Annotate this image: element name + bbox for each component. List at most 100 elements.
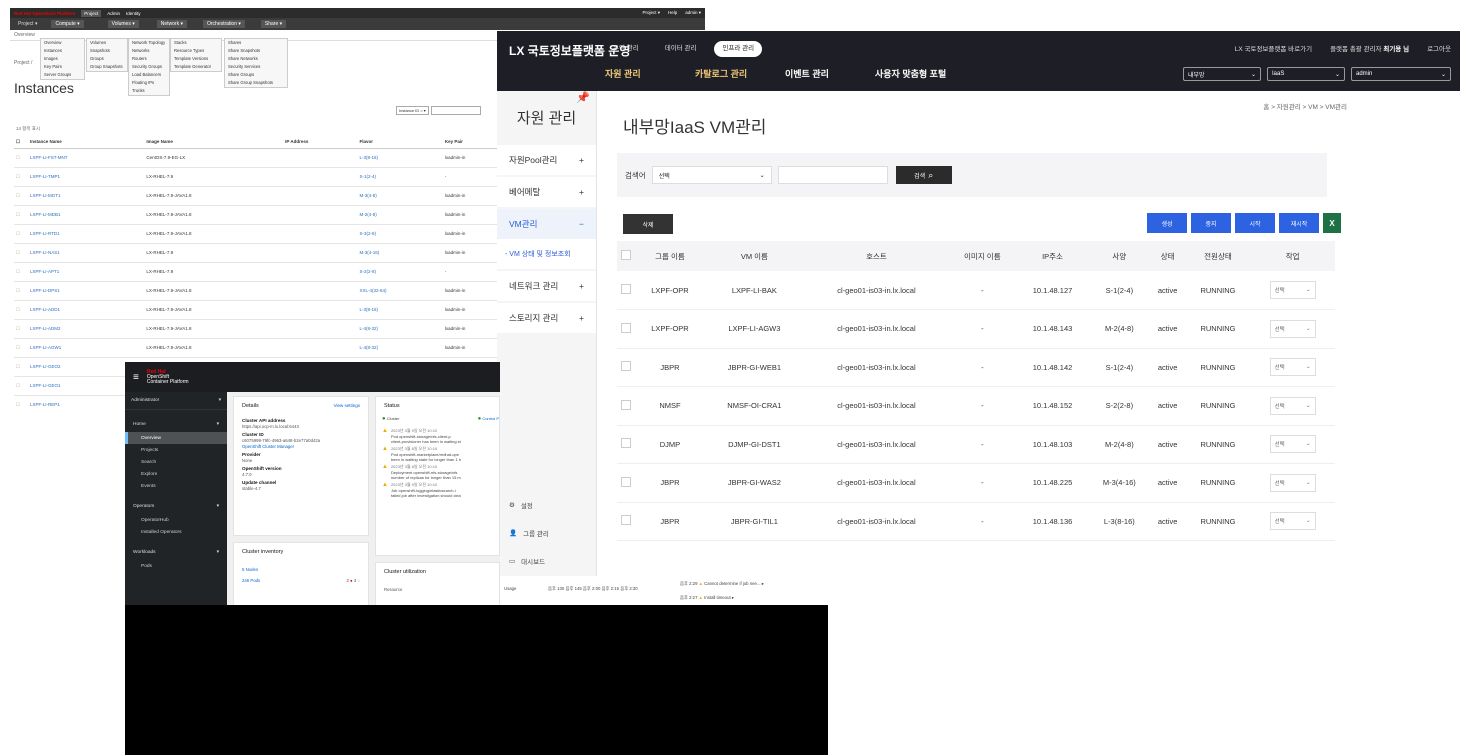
search-type-select[interactable]: 선택 ⌄ (651, 166, 772, 184)
row-checkbox[interactable]: ☐ (14, 300, 28, 320)
alert-item[interactable]: ▲ 2023년 3월 9일 오전 10:10 Pod openshift-stora… (376, 427, 499, 445)
nav-item-projects[interactable]: Projects (125, 444, 227, 456)
delete-button[interactable]: 삭제 (623, 214, 673, 234)
stop-button[interactable]: 중지 (1191, 213, 1231, 233)
instance-link[interactable]: LXPF-LI-ADM2 (28, 319, 145, 339)
filter-input[interactable] (430, 106, 481, 115)
table-cell[interactable]: XXL-4(32-64) (357, 281, 443, 301)
alert-item[interactable]: ▲ 2023년 3월 8일 오전 10:10 Pod openshift-marke… (376, 445, 499, 463)
nav-item-installed-operators[interactable]: Installed Operators (125, 526, 227, 538)
pods-link[interactable]: 246 Pods (242, 578, 260, 583)
menu-item[interactable]: Networks (129, 47, 169, 55)
row-checkbox[interactable]: ☐ (14, 376, 28, 396)
row-checkbox[interactable]: ☐ (14, 224, 28, 244)
row-action-select[interactable]: 선택 ⌄ (1269, 435, 1316, 454)
column-header[interactable]: IP Address (283, 136, 358, 149)
nav-item-pods[interactable]: Pods (125, 560, 227, 572)
row-checkbox[interactable]: ☐ (14, 205, 28, 225)
left-menu-storage[interactable]: 스토리지 관리 + (497, 303, 596, 333)
row-checkbox-cell[interactable] (617, 309, 636, 349)
row-checkbox[interactable]: ☐ (14, 186, 28, 206)
row-checkbox[interactable]: ☐ (14, 319, 28, 339)
row-checkbox-cell[interactable] (617, 386, 636, 426)
instance-link[interactable]: LXPF-LI-APT1 (28, 262, 145, 282)
row-checkbox-cell[interactable] (617, 463, 636, 503)
alert-item[interactable]: ▲ 2023년 3월 9일 오전 10:10 Job openshift-loggi… (376, 481, 499, 499)
row-action-select[interactable]: 선택 ⌄ (1269, 473, 1316, 492)
left-menu-vm[interactable]: VM관리 − (497, 209, 596, 239)
row-checkbox[interactable]: ☐ (14, 262, 28, 282)
subnav-overview[interactable]: Overview (14, 32, 35, 38)
row-action-select[interactable]: 선택 ⌄ (1269, 512, 1316, 531)
table-cell[interactable]: S-1(2-4) (357, 167, 443, 187)
row-checkbox[interactable]: ☐ (14, 281, 28, 301)
restart-button[interactable]: 재시작 (1279, 213, 1319, 233)
top-tab-admin[interactable]: Admin (107, 11, 120, 16)
select-all-checkbox[interactable]: ☐ (14, 136, 28, 149)
left-menu-network[interactable]: 네트워크 관리 + (497, 271, 596, 301)
nav-item-overview[interactable]: Overview (125, 432, 227, 444)
row-checkbox-cell[interactable] (617, 348, 636, 387)
left-foot-groups[interactable]: 👤 그룹 관리 (497, 519, 597, 547)
checkbox[interactable] (621, 399, 632, 410)
row-action-select[interactable]: 선택 ⌄ (1269, 319, 1316, 338)
instance-link[interactable]: LXPF-LI-AGW1 (28, 338, 145, 358)
menu-item[interactable]: Group Snapshots (87, 63, 127, 71)
menu-item[interactable]: Resource Types (171, 47, 221, 55)
column-header[interactable]: Flavor (357, 136, 443, 149)
menu-portal[interactable]: 사용자 맞춤형 포털 (875, 67, 965, 80)
control-plane-status[interactable]: Control P (482, 416, 499, 421)
alert-item[interactable]: ▲ 2023년 3월 8일 오전 10:10 Deployment openshif… (376, 463, 499, 481)
nav-item-explore[interactable]: Explore (125, 468, 227, 480)
instance-link[interactable]: LXPF-LI-ADD1 (28, 300, 145, 320)
instance-link[interactable]: LXPF-LI-RTD1 (28, 224, 145, 244)
row-action-select[interactable]: 선택 ⌄ (1269, 281, 1316, 299)
instance-link[interactable]: LXPF-LI-MDB1 (28, 205, 145, 225)
checkbox[interactable] (621, 438, 632, 449)
menu-item[interactable]: Key Pairs (41, 63, 84, 71)
row-action-select[interactable]: 선택 ⌄ (1269, 358, 1316, 377)
checkbox[interactable] (621, 250, 632, 260)
menu-item[interactable]: Template Generator (171, 63, 221, 71)
checkbox[interactable] (621, 284, 632, 294)
menu-item[interactable]: Template Versions (171, 55, 221, 63)
checkbox[interactable] (621, 361, 632, 372)
checkbox[interactable] (621, 515, 632, 526)
left-foot-settings[interactable]: ⚙ 설정 (497, 491, 597, 519)
nav-orchestration[interactable]: Orchestration ▾ (202, 20, 245, 28)
row-checkbox[interactable]: ☐ (14, 338, 28, 358)
nav-share[interactable]: Share ▾ (260, 20, 287, 28)
instance-link[interactable]: LXPF-LI-TMP1 (28, 167, 145, 187)
instance-link[interactable]: LXPF-LI-NAS1 (28, 243, 145, 263)
nav-item-events[interactable]: Events (125, 480, 227, 492)
cluster-manager-link[interactable]: OpenShift Cluster Manager (234, 444, 368, 449)
menu-item[interactable]: Security Groups (129, 63, 169, 71)
table-cell[interactable]: S-3(2-8) (357, 224, 443, 244)
row-checkbox[interactable]: ☐ (14, 148, 28, 168)
instance-link[interactable]: LXPF-LI-DPS1 (28, 281, 145, 301)
menu-item[interactable]: Security Services (225, 63, 287, 71)
tab-data[interactable]: 데이터 관리 (657, 41, 705, 57)
pin-icon[interactable]: 📌 (576, 91, 590, 104)
nav-project[interactable]: Project ▾ (14, 20, 41, 28)
nav-section-workloads[interactable]: Workloads ▾ (125, 544, 227, 560)
table-cell[interactable]: L-3(8-16) (357, 300, 443, 320)
table-cell[interactable]: M-2(4-8) (357, 205, 443, 225)
platform-shortcut-link[interactable]: LX 국토정보플랫폼 바로가기 (1235, 43, 1312, 53)
nav-volumes[interactable]: Volumes ▾ (107, 20, 139, 28)
nav-compute[interactable]: Compute ▾ (51, 20, 84, 28)
help-link[interactable]: Help (668, 10, 677, 16)
select-all-checkbox[interactable] (617, 241, 636, 271)
menu-item[interactable]: Share Networks (225, 55, 287, 63)
menu-item[interactable]: Share Groups (225, 71, 287, 79)
filter-select[interactable]: Instance ID = ▾ (396, 106, 429, 115)
table-cell[interactable]: M-3(4-16) (357, 243, 443, 263)
row-checkbox[interactable]: ☐ (14, 167, 28, 187)
service-select[interactable]: IaaS ⌄ (1267, 67, 1345, 81)
left-menu-pool[interactable]: 자원Pool관리 + (497, 145, 596, 175)
hamburger-icon[interactable]: ≡ (133, 372, 139, 383)
menu-event[interactable]: 이벤트 관리 (785, 67, 875, 80)
table-cell[interactable]: L-4(8-32) (357, 319, 443, 339)
instance-link[interactable]: LXPF-LI-FST-MNT (28, 148, 145, 168)
column-header[interactable]: Image Name (144, 136, 284, 149)
